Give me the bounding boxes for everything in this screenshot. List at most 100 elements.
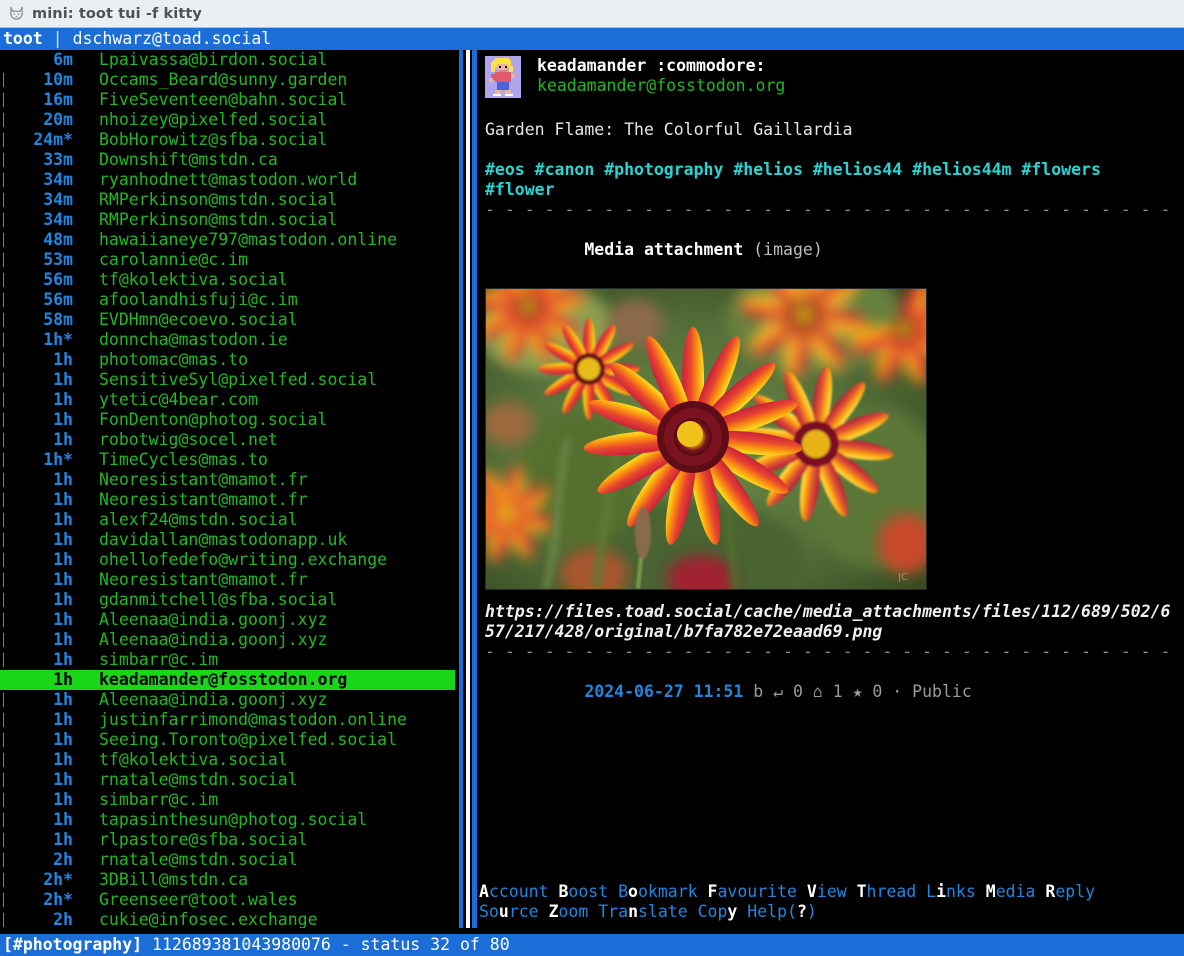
menu-item-accelerator: V [807,882,817,901]
timeline-row[interactable]: │56mtf@kolektiva.social [0,270,455,290]
timeline-row[interactable]: │53mcarolannie@c.im [0,250,455,270]
timeline-row[interactable]: │16mFiveSeventeen@bahn.social [0,90,455,110]
timeline-row[interactable]: │34mryanhodnett@mastodon.world [0,170,455,190]
menu-item[interactable]: Links [926,882,976,901]
timeline-row[interactable]: │1hsimbarr@c.im [0,790,455,810]
timeline-row[interactable]: │2hcukie@infosec.exchange [0,910,455,928]
timeline-row[interactable]: │1hphotomac@mas.to [0,350,455,370]
timeline-row[interactable]: │1h*TimeCycles@mas.to [0,450,455,470]
media-attachment[interactable]: JC [485,288,1178,590]
timeline-row[interactable]: 6mLpaivassa@birdon.social [0,50,455,70]
media-url[interactable]: https://files.toad.social/cache/media_at… [485,602,1178,642]
timeline-row[interactable]: │33mDownshift@mstdn.ca [0,150,455,170]
timeline-row[interactable]: │1hrobotwig@socel.net [0,430,455,450]
timeline-row-account: hawaiianeye797@mastodon.online [79,230,397,250]
timeline-row-account: ytetic@4bear.com [79,390,258,410]
timeline-row[interactable]: │34mRMPerkinson@mstdn.social [0,210,455,230]
timeline-list[interactable]: 6mLpaivassa@birdon.social│10mOccams_Bear… [0,50,455,928]
timeline-row-account: afoolandhisfuji@c.im [79,290,298,310]
thread-marker: │ [0,770,11,790]
timeline-row[interactable]: │1hNeoresistant@mamot.fr [0,470,455,490]
timeline-row[interactable]: │1hytetic@4bear.com [0,390,455,410]
timeline-row[interactable]: │1hgdanmitchell@sfba.social [0,590,455,610]
timeline-row[interactable]: │34mRMPerkinson@mstdn.social [0,190,455,210]
timeline-row[interactable]: │1hjustinfarrimond@mastodon.online [0,710,455,730]
menu-item[interactable]: Copy [698,902,738,921]
menu-item[interactable]: Bookmark [618,882,697,901]
timeline-row-age: 1h* [11,330,79,350]
thread-marker: │ [0,710,11,730]
timeline-row[interactable]: │2h*3DBill@mstdn.ca [0,870,455,890]
timeline-row-account: tf@kolektiva.social [79,750,288,770]
timeline-row[interactable]: │1h*donncha@mastodon.ie [0,330,455,350]
timeline-row[interactable]: │1hNeoresistant@mamot.fr [0,490,455,510]
menu-item[interactable]: Translate [598,902,687,921]
timeline-row[interactable]: │58mEVDHmn@ecoevo.social [0,310,455,330]
timeline-row-age: 33m [11,150,79,170]
timeline-row-age: 1h [11,590,79,610]
timeline-row[interactable]: │1htf@kolektiva.social [0,750,455,770]
timeline-row[interactable]: │20mnhoizey@pixelfed.social [0,110,455,130]
status-hashtags[interactable]: #eos #canon #photography #helios #helios… [485,160,1140,200]
menu-item[interactable]: Thread [857,882,917,901]
timeline-row[interactable]: │1halexf24@mstdn.social [0,510,455,530]
timeline-row-account: Seeing.Toronto@pixelfed.social [79,730,397,750]
header-separator: | [43,28,73,50]
timeline-row[interactable]: │1htapasinthesun@photog.social [0,810,455,830]
menu-item[interactable]: Source [479,902,539,921]
menu-item[interactable]: Reply [1045,882,1095,901]
timeline-row-age: 1h [11,830,79,850]
avatar [485,56,521,98]
thread-marker: │ [0,230,11,250]
timeline-row-account: Aleenaa@india.goonj.xyz [79,630,327,650]
timeline-row-age: 1h [11,410,79,430]
timeline-scrollbar[interactable] [466,50,470,928]
timeline-row-age: 56m [11,290,79,310]
timeline-row-account: Lpaivassa@birdon.social [79,50,327,70]
timeline-row-age: 1h [11,750,79,770]
timeline-row[interactable]: │1hsimbarr@c.im [0,650,455,670]
timeline-row[interactable]: │1hAleenaa@india.goonj.xyz [0,630,455,650]
timeline-row[interactable]: │2hrnatale@mstdn.social [0,850,455,870]
timeline-row[interactable]: │1hAleenaa@india.goonj.xyz [0,610,455,630]
thread-marker: │ [0,690,11,710]
menu-item-accelerator: B [558,882,568,901]
timeline-row[interactable]: │1hNeoresistant@mamot.fr [0,570,455,590]
timeline-row[interactable]: │1hrlpastore@sfba.social [0,830,455,850]
thread-marker: │ [0,810,11,830]
timeline-row[interactable]: │48mhawaiianeye797@mastodon.online [0,230,455,250]
timeline-row-account: TimeCycles@mas.to [79,450,268,470]
timeline-row[interactable]: │2h*Greenseer@toot.wales [0,890,455,910]
menu-item[interactable]: Boost [558,882,608,901]
timeline-row[interactable]: │1hFonDenton@photog.social [0,410,455,430]
timeline-row[interactable]: │1hrnatale@mstdn.social [0,770,455,790]
timeline-row-age: 1h [11,370,79,390]
timeline-row-age: 6m [11,50,79,70]
menu-item[interactable]: Media [986,882,1036,901]
status-detail-pane: keadamander :commodore: keadamander@foss… [479,50,1184,928]
menu-item-accelerator: i [936,882,946,901]
timeline-row-age: 2h [11,850,79,870]
menu-item[interactable]: View [807,882,847,901]
timeline-row-age: 20m [11,110,79,130]
thread-marker: │ [0,590,11,610]
timeline-row[interactable]: │1hohellofedefo@writing.exchange [0,550,455,570]
menu-item[interactable]: Help(?) [747,902,817,921]
timeline-row[interactable]: │1hSeeing.Toronto@pixelfed.social [0,730,455,750]
timeline-row-account: alexf24@mstdn.social [79,510,298,530]
timeline-row-account: photomac@mas.to [79,350,248,370]
timeline-row[interactable]: │1hSensitiveSyl@pixelfed.social [0,370,455,390]
svg-text:JC: JC [897,572,908,583]
timeline-row-account: cukie@infosec.exchange [79,910,318,928]
menu-item[interactable]: Account [479,882,549,901]
terminal-window: mini: toot tui -f kitty toot | dschwarz@… [0,0,1184,956]
menu-item[interactable]: Favourite [708,882,797,901]
timeline-row[interactable]: │1hAleenaa@india.goonj.xyz [0,690,455,710]
timeline-row[interactable]: │1hdavidallan@mastodonapp.uk [0,530,455,550]
window-title-bar: mini: toot tui -f kitty [0,0,1184,28]
menu-item[interactable]: Zoom [549,902,589,921]
timeline-row[interactable]: │24m*BobHorowitz@sfba.social [0,130,455,150]
timeline-row-selected[interactable]: │1hkeadamander@fosstodon.org [0,670,455,690]
timeline-row[interactable]: │56mafoolandhisfuji@c.im [0,290,455,310]
timeline-row[interactable]: │10mOccams_Beard@sunny.garden [0,70,455,90]
